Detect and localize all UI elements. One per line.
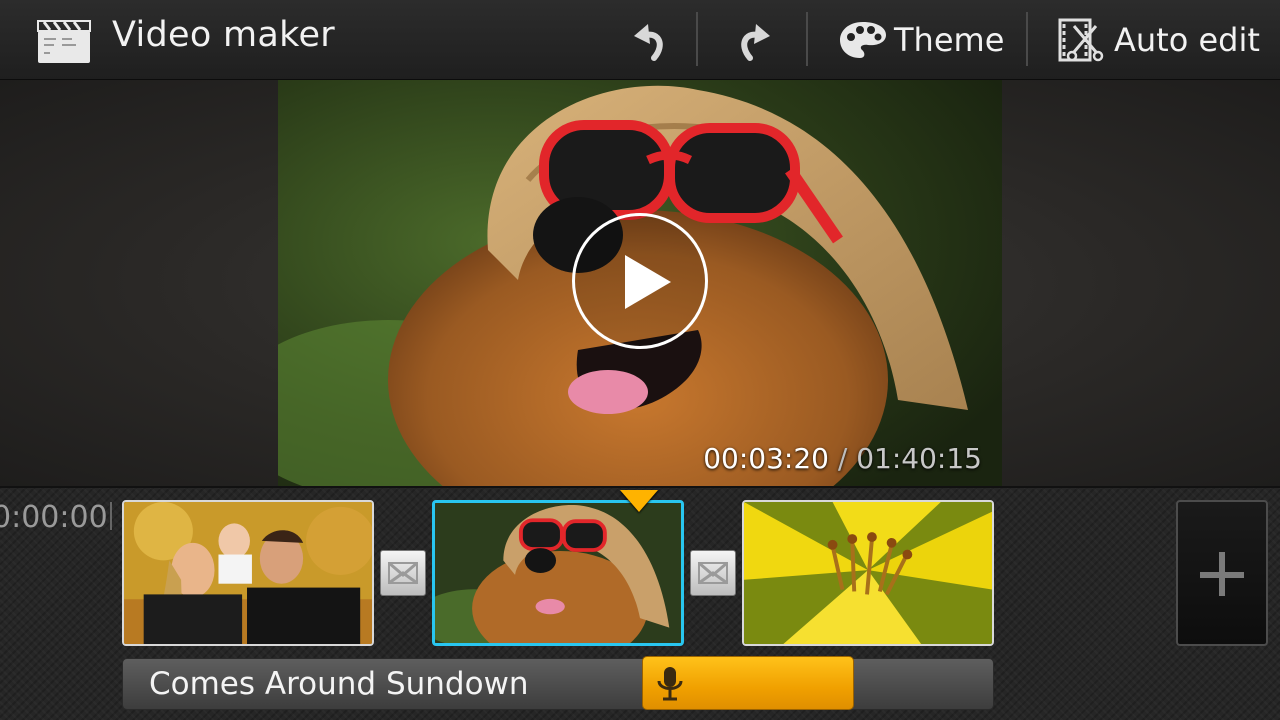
play-icon	[625, 255, 671, 309]
redo-button[interactable]	[710, 0, 798, 80]
playhead-marker[interactable]	[620, 490, 658, 512]
redo-icon	[741, 24, 770, 61]
total-time: 01:40:15	[856, 442, 982, 475]
add-clip-button[interactable]	[1176, 500, 1268, 646]
auto-edit-label: Auto edit	[1114, 21, 1260, 59]
timeline-timecode: 0:00:00	[0, 500, 108, 535]
preview-area: 00:03:20 / 01:40:15	[0, 80, 1280, 486]
divider	[806, 12, 808, 66]
music-track[interactable]: Comes Around Sundown	[122, 658, 994, 710]
theme-button[interactable]: Theme	[838, 0, 1018, 80]
clip-yellow-lily[interactable]	[742, 500, 994, 646]
palette-icon	[840, 22, 886, 58]
play-button[interactable]	[572, 213, 708, 349]
auto-edit-button[interactable]: Auto edit	[1058, 0, 1268, 80]
transition-icon	[388, 561, 418, 585]
divider	[1026, 12, 1028, 66]
clip-thumbnail	[744, 502, 992, 644]
action-bar: Video maker Theme Auto edit	[0, 0, 1280, 80]
transition-button[interactable]	[690, 550, 736, 596]
time-readout: 00:03:20 / 01:40:15	[703, 442, 982, 475]
clip-thumbnail	[435, 503, 681, 643]
current-time: 00:03:20	[703, 442, 829, 475]
app-title: Video maker	[112, 15, 335, 55]
clip-dog-with-sunglasses[interactable]	[432, 500, 684, 646]
music-title: Comes Around Sundown	[149, 666, 529, 702]
transition-icon	[698, 561, 728, 585]
timeline: 0:00:00 Comes Around Sundown	[0, 486, 1280, 720]
microphone-icon	[657, 667, 683, 701]
plus-icon-vertical	[1219, 552, 1225, 596]
undo-button[interactable]	[606, 0, 694, 80]
clip-family-photo[interactable]	[122, 500, 374, 646]
undo-icon	[634, 24, 663, 61]
divider	[696, 12, 698, 66]
theme-label: Theme	[894, 21, 1005, 59]
clip-thumbnail	[124, 502, 372, 644]
timecode-divider	[110, 502, 112, 530]
time-separator: /	[837, 442, 848, 475]
clapperboard-icon	[37, 20, 91, 63]
transition-button[interactable]	[380, 550, 426, 596]
film-scissors-icon	[1058, 18, 1104, 62]
voice-narration-block[interactable]	[642, 656, 854, 710]
